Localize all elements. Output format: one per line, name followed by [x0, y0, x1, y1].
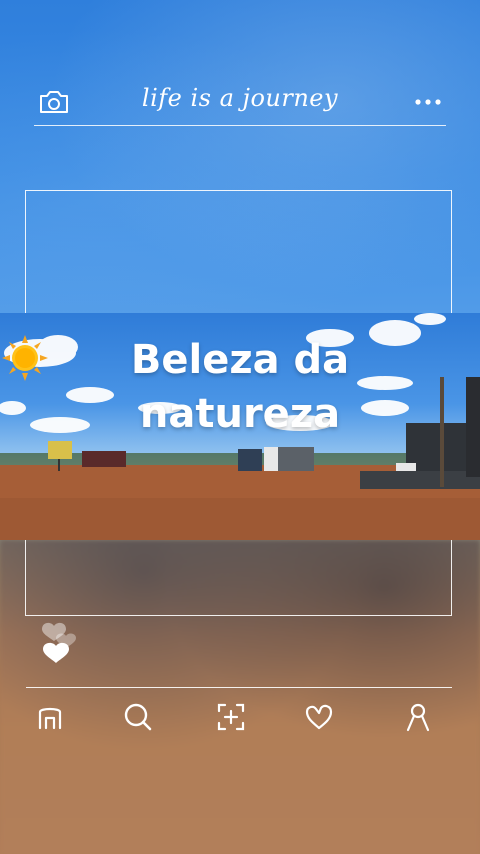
search-icon	[124, 703, 152, 731]
home-icon	[38, 707, 62, 730]
top-bar: life is a journey	[0, 80, 480, 126]
profile-icon	[406, 703, 430, 732]
caption-line-1: Beleza da	[0, 333, 480, 387]
nav-divider	[26, 687, 452, 688]
nav-add-button[interactable]	[209, 695, 253, 739]
photo-caption: Beleza da natureza	[0, 333, 480, 441]
heart-icon	[305, 704, 333, 730]
post-photo[interactable]: Beleza da natureza	[0, 313, 480, 540]
nav-home-button[interactable]	[28, 695, 72, 739]
nav-profile-button[interactable]	[396, 695, 440, 739]
caption-text-1: Beleza da	[130, 337, 350, 383]
bottom-nav	[0, 695, 480, 739]
nav-search-button[interactable]	[116, 695, 160, 739]
floating-hearts-icon	[42, 622, 76, 663]
add-post-icon	[217, 703, 245, 731]
header-divider	[34, 125, 446, 126]
more-horizontal-icon[interactable]	[414, 98, 442, 106]
caption-line-2: natureza	[139, 391, 341, 437]
app-title: life is a journey	[141, 84, 339, 112]
nav-likes-button[interactable]	[297, 695, 341, 739]
